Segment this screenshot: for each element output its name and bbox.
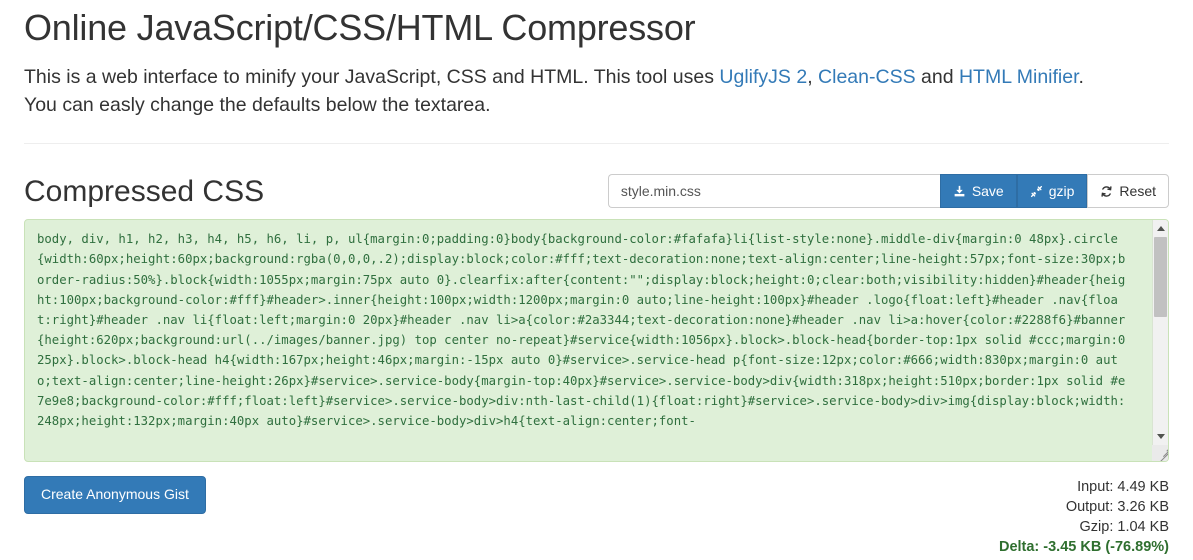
intro-separator-2: and: [915, 65, 959, 88]
caret-up-icon[interactable]: [1153, 220, 1168, 237]
stat-input: Input: 4.49 KB: [1077, 479, 1169, 496]
size-stats: Input: 4.49 KB Output: 3.26 KB Gzip: 1.0…: [999, 476, 1169, 557]
reset-button-label: Reset: [1119, 183, 1156, 200]
intro-separator-1: ,: [807, 65, 819, 88]
section-title: Compressed CSS: [24, 175, 265, 209]
resize-grip-icon[interactable]: [1152, 445, 1168, 462]
refresh-icon: [1100, 185, 1113, 198]
download-icon: [953, 185, 966, 198]
compressor-page: Online JavaScript/CSS/HTML Compressor Th…: [0, 0, 1193, 560]
filename-input[interactable]: [607, 174, 940, 209]
gzip-button-label: gzip: [1048, 183, 1075, 200]
compressed-css-text[interactable]: body, div, h1, h2, h3, h4, h5, h6, li, p…: [25, 220, 1138, 461]
gzip-button[interactable]: gzip: [1016, 174, 1088, 209]
link-uglifyjs[interactable]: UglifyJS 2: [719, 66, 807, 88]
create-anonymous-gist-button[interactable]: Create Anonymous Gist: [24, 476, 206, 514]
link-html-minifier[interactable]: HTML Minifier: [959, 66, 1079, 88]
stat-output: Output: 3.26 KB: [1065, 499, 1169, 516]
intro-paragraph: This is a web interface to minify your J…: [24, 63, 1099, 120]
caret-down-icon[interactable]: [1153, 428, 1168, 445]
scrollbar-thumb[interactable]: [1154, 237, 1167, 318]
editor-toolbar: Save gzip: [607, 174, 1169, 209]
intro-text-part1: This is a web interface to minify your J…: [24, 65, 720, 88]
save-button[interactable]: Save: [939, 174, 1017, 209]
stat-gzip: Gzip: 1.04 KB: [1079, 519, 1169, 536]
page-title: Online JavaScript/CSS/HTML Compressor: [24, 7, 696, 48]
link-clean-css[interactable]: Clean-CSS: [818, 66, 916, 88]
section-header-row: Compressed CSS Save: [24, 171, 1169, 209]
editor-scrollbar[interactable]: [1152, 220, 1168, 462]
stat-delta: Delta: -3.45 KB (-76.89%): [998, 539, 1169, 556]
compressed-output-area[interactable]: body, div, h1, h2, h3, h4, h5, h6, li, p…: [24, 219, 1169, 463]
horizontal-divider: [24, 143, 1169, 145]
compress-icon: [1030, 185, 1043, 198]
footer-row: Create Anonymous Gist Input: 4.49 KB Out…: [24, 476, 1169, 557]
reset-button[interactable]: Reset: [1087, 174, 1169, 209]
save-button-label: Save: [971, 183, 1004, 200]
